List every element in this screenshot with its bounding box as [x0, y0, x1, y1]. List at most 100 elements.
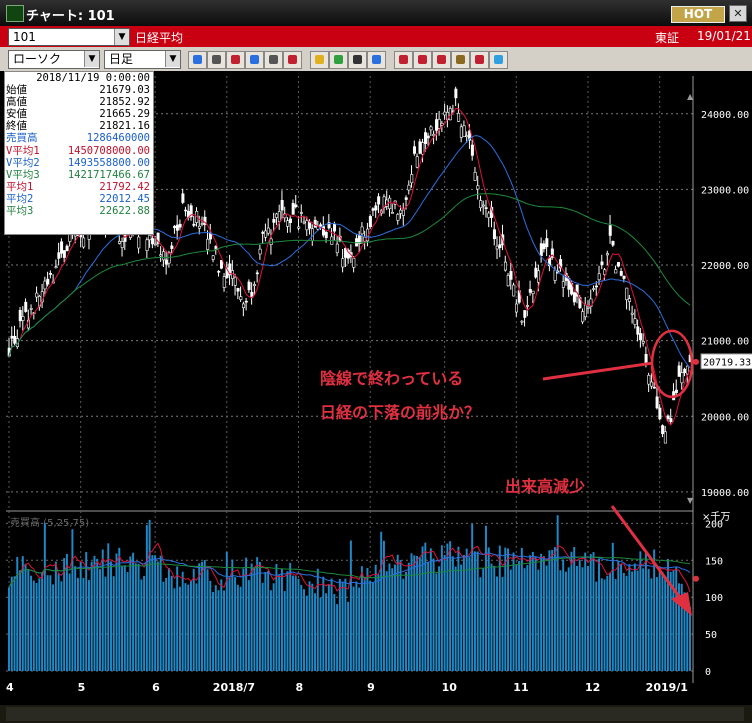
volume-bar: [518, 560, 521, 671]
pair2-icon[interactable]: [413, 51, 432, 69]
candle-up: [581, 311, 585, 323]
volume-bar: [24, 563, 27, 671]
pen-icon[interactable]: [329, 51, 348, 69]
arrow-icon[interactable]: [367, 51, 386, 69]
volume-bar: [327, 584, 330, 671]
chart-area[interactable]: 24000.00 23000.00 22000.00 21000.00 20000.00…: [0, 71, 752, 705]
volume-bar: [493, 565, 496, 671]
volume-bar: [297, 578, 300, 671]
grid-icon[interactable]: [264, 51, 283, 69]
last-price-dot: [693, 358, 699, 365]
volume-bar: [134, 563, 137, 671]
volume-bar: [609, 572, 612, 671]
all-icon[interactable]: [432, 51, 451, 69]
candle-icon[interactable]: [226, 51, 245, 69]
volume-bar: [457, 546, 460, 671]
volume-bar: [54, 561, 57, 671]
scroll-up-marker: ▲: [687, 92, 694, 101]
lens-icon[interactable]: [245, 51, 264, 69]
zoom-icon-glyph: [193, 55, 202, 64]
ohlc-panel: 2018/11/19 0:00:00 始値 21679.03 高値 21852.92 安…: [4, 71, 154, 235]
candle-up: [297, 226, 301, 229]
settings-icon[interactable]: [451, 51, 470, 69]
pair-icon[interactable]: [394, 51, 413, 69]
volume-bar: [198, 563, 201, 671]
volume-bar: [507, 548, 510, 671]
volume-bar: [148, 519, 151, 671]
volume-bar: [449, 541, 452, 671]
volume-bar: [308, 581, 311, 671]
ohlc-label: 売買高: [6, 132, 38, 145]
volume-bar: [76, 577, 79, 671]
volume-bar: [341, 582, 344, 671]
candle-up: [275, 213, 279, 218]
volume-bar: [416, 555, 419, 671]
volume-bar: [465, 548, 468, 671]
candle-up: [68, 234, 72, 242]
period-select[interactable]: 日足 ▼: [104, 50, 181, 69]
volume-bar: [358, 587, 361, 671]
cursor-icon[interactable]: [348, 51, 367, 69]
volume-bar: [661, 571, 664, 671]
candle-down: [435, 119, 439, 131]
volume-bar: [611, 542, 614, 671]
candle-down: [368, 216, 372, 228]
volume-bar: [620, 564, 623, 671]
volume-bar: [666, 558, 669, 671]
volume-bar: [154, 555, 157, 671]
candle-down: [60, 241, 64, 254]
candle-up: [520, 320, 524, 323]
close-icon[interactable]: ✕: [729, 5, 747, 22]
volume-bar: [250, 563, 253, 671]
ohlc-value: 1450708000.00: [67, 144, 150, 157]
candle-down: [492, 229, 496, 240]
chevron-down-icon[interactable]: ▼: [114, 29, 129, 45]
volume-bar: [13, 576, 16, 671]
volume-bar: [65, 554, 68, 671]
volume-bar: [498, 545, 501, 671]
crosshair-icon[interactable]: [207, 51, 226, 69]
volume-bar: [46, 575, 49, 671]
symbol-input[interactable]: 101 ▼: [8, 28, 130, 46]
candle-down: [57, 252, 61, 259]
zoom-icon[interactable]: [188, 51, 207, 69]
candle-down: [655, 396, 659, 409]
volume-bar: [41, 572, 44, 671]
palette-icon[interactable]: [489, 51, 508, 69]
candle-down: [236, 288, 240, 292]
candle-down: [10, 335, 14, 339]
volume-bar: [286, 571, 289, 671]
candle-down: [294, 204, 298, 208]
candle-up: [506, 275, 510, 287]
candle-down: [175, 224, 179, 231]
volume-bar: [303, 589, 305, 671]
candle-down: [652, 386, 656, 389]
volume-bar: [239, 586, 242, 671]
candle-up: [479, 200, 483, 209]
volume-bar: [99, 569, 101, 671]
hot-button[interactable]: HOT: [671, 6, 725, 23]
alert-icon[interactable]: [310, 51, 329, 69]
candle-down: [424, 132, 428, 144]
volume-bar: [292, 575, 294, 671]
chevron-down-icon[interactable]: ▼: [84, 51, 99, 67]
bars-icon[interactable]: [283, 51, 302, 69]
volume-bar: [49, 575, 52, 671]
wrench-icon[interactable]: [470, 51, 489, 69]
volume-bar: [275, 564, 278, 671]
navigator-scroll[interactable]: [6, 707, 744, 721]
candle-up: [335, 243, 339, 254]
volume-bar: [363, 576, 366, 671]
candle-up: [341, 258, 345, 268]
ohlc-label: 平均3: [6, 205, 34, 218]
candle-up: [145, 239, 149, 251]
chart-type-select[interactable]: ローソク ▼: [8, 50, 100, 69]
x-tick-label: 5: [78, 681, 86, 694]
candle-up: [407, 184, 411, 191]
candle-down: [192, 223, 196, 226]
volume-bar: [653, 549, 656, 671]
chevron-down-icon[interactable]: ▼: [165, 51, 180, 67]
volume-bar: [476, 551, 479, 671]
ohlc-value: 1421717466.67: [67, 168, 150, 181]
volume-bar: [490, 563, 493, 671]
